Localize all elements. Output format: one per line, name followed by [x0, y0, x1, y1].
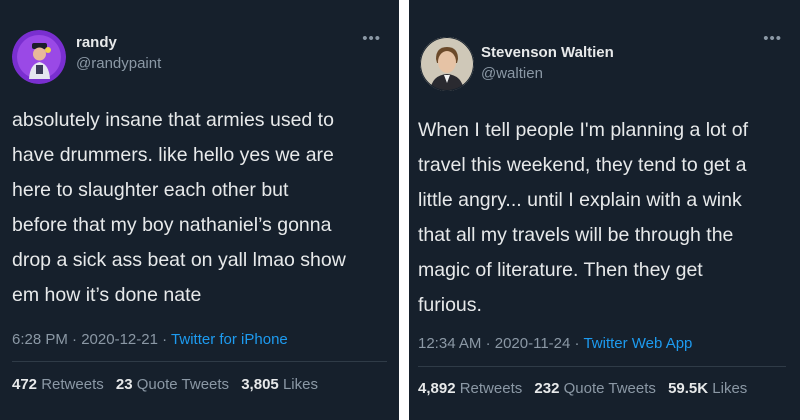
likes-stat[interactable]: 3,805 Likes	[241, 376, 318, 393]
tweet-stats: 4,892 Retweets 232 Quote Tweets 59.5K Li…	[418, 380, 755, 397]
tweet-source-link[interactable]: Twitter for iPhone	[171, 331, 288, 348]
tweet-text-line: travel this weekend, they tend to get a	[418, 154, 747, 176]
tweet-date[interactable]: 2020-12-21	[81, 331, 158, 348]
avatar[interactable]	[420, 37, 474, 91]
tweet-text-line: that all my travels will be through the	[418, 224, 734, 246]
tweet-meta: 6:28 PM · 2020-12-21 · Twitter for iPhon…	[12, 331, 288, 348]
more-horizontal-icon[interactable]: •••	[362, 31, 381, 46]
tweet-text-line: When I tell people I'm planning a lot of	[418, 119, 749, 141]
meta-separator: ·	[72, 331, 78, 348]
likes-label: Likes	[712, 380, 748, 397]
tweet-card-waltien: Stevenson Waltien @waltien ••• When I te…	[409, 0, 800, 420]
quote-tweets-label: Quote Tweets	[136, 376, 230, 393]
tweet-text-line: here to slaughter each other but	[12, 179, 289, 201]
screenshot: randy @randypaint ••• absolutely insane …	[0, 0, 800, 420]
more-horizontal-icon[interactable]: •••	[763, 31, 782, 46]
divider	[12, 361, 387, 362]
avatar[interactable]	[12, 30, 66, 84]
quote-tweets-stat[interactable]: 232 Quote Tweets	[534, 380, 655, 397]
quote-tweets-stat[interactable]: 23 Quote Tweets	[116, 376, 229, 393]
tweet-card-randy: randy @randypaint ••• absolutely insane …	[0, 0, 399, 420]
retweets-count: 4,892	[418, 380, 456, 397]
tweet-text: When I tell people I'm planning a lot of…	[418, 113, 748, 323]
tweet-text-line: have drummers. like hello yes we are	[12, 144, 334, 166]
likes-label: Likes	[282, 376, 318, 393]
tweet-text-line: little angry... until I explain with a w…	[418, 189, 742, 211]
tweet-time[interactable]: 6:28 PM	[12, 331, 68, 348]
tweet-time[interactable]: 12:34 AM	[418, 335, 481, 352]
retweets-stat[interactable]: 472 Retweets	[12, 376, 104, 393]
likes-count: 3,805	[241, 376, 279, 393]
tweet-text: absolutely insane that armies used to ha…	[12, 103, 346, 313]
tweet-text-line: before that my boy nathaniel’s gonna	[12, 214, 332, 236]
tweet-stats: 472 Retweets 23 Quote Tweets 3,805 Likes	[12, 376, 326, 393]
retweets-count: 472	[12, 376, 38, 393]
meta-separator: ·	[485, 335, 491, 352]
retweets-stat[interactable]: 4,892 Retweets	[418, 380, 522, 397]
tweet-meta: 12:34 AM · 2020-11-24 · Twitter Web App	[418, 335, 692, 352]
tweet-text-line: furious.	[418, 294, 482, 316]
display-name[interactable]: Stevenson Waltien	[481, 44, 614, 61]
tweet-text-line: magic of literature. Then they get	[418, 259, 703, 281]
meta-separator: ·	[574, 335, 580, 352]
tweet-text-line: em how it’s done nate	[12, 284, 202, 306]
quote-tweets-count: 23	[115, 376, 133, 393]
tweet-text-line: absolutely insane that armies used to	[12, 109, 334, 131]
divider	[418, 366, 786, 367]
meta-separator: ·	[162, 331, 168, 348]
retweets-label: Retweets	[41, 376, 104, 393]
display-name[interactable]: randy	[76, 34, 117, 51]
user-handle[interactable]: @waltien	[481, 65, 543, 82]
tweet-text-line: drop a sick ass beat on yall lmao show	[12, 249, 346, 271]
likes-count: 59.5K	[668, 380, 709, 397]
quote-tweets-label: Quote Tweets	[563, 380, 656, 397]
retweets-label: Retweets	[459, 380, 523, 397]
likes-stat[interactable]: 59.5K Likes	[668, 380, 747, 397]
tweet-source-link[interactable]: Twitter Web App	[583, 335, 692, 352]
quote-tweets-count: 232	[534, 380, 560, 397]
user-handle[interactable]: @randypaint	[76, 55, 161, 72]
tweet-date[interactable]: 2020-11-24	[495, 335, 571, 352]
